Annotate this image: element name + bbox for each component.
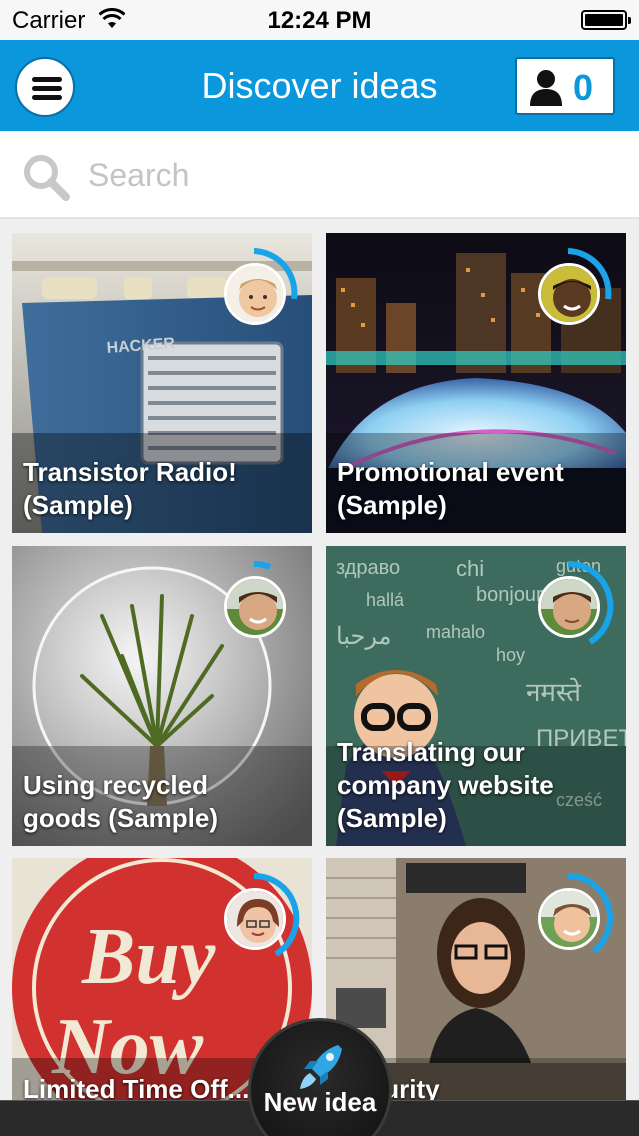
svg-text:مرحبا: مرحبا: [336, 623, 392, 650]
status-bar: Carrier 12:24 PM: [0, 0, 639, 40]
idea-card-recycled-goods[interactable]: Using recycled goods (Sample): [12, 546, 312, 846]
svg-text:hoy: hoy: [496, 645, 525, 665]
nav-bar: Discover ideas 0: [0, 40, 639, 131]
svg-text:здраво: здраво: [336, 557, 400, 579]
author-avatar: [224, 263, 286, 325]
idea-card-transistor-radio[interactable]: HACKER Transistor Radio! (Sample): [12, 233, 312, 533]
user-count-button[interactable]: 0: [515, 57, 615, 115]
svg-text:नमस्ते: नमस्ते: [526, 677, 582, 707]
user-count: 0: [573, 67, 594, 108]
svg-text:chi: chi: [456, 556, 484, 581]
author-avatar: [538, 576, 600, 638]
rocket-icon: [300, 1045, 342, 1089]
person-icon: [530, 70, 562, 106]
search-icon: [24, 155, 70, 201]
idea-title: Promotional event (Sample): [337, 457, 564, 520]
author-avatar: [224, 576, 286, 638]
clock: 12:24 PM: [267, 7, 372, 34]
battery-icon: [581, 10, 631, 30]
screen: Carrier 12:24 PM Discover ideas 0 Search…: [0, 0, 639, 1136]
idea-card-translating-website[interactable]: здраво chi guten hallá bonjour مرحبا mah…: [326, 546, 626, 846]
idea-card-promotional-event[interactable]: Promotional event (Sample): [326, 233, 626, 533]
new-idea-label: New idea: [263, 1087, 377, 1117]
search-input[interactable]: [88, 149, 608, 201]
author-avatar: [538, 263, 600, 325]
idea-title: Translating our company website (Sample): [337, 737, 554, 833]
svg-text:Buy: Buy: [81, 913, 216, 1001]
author-avatar: [538, 888, 600, 950]
author-avatar: [224, 888, 286, 950]
svg-text:mahalo: mahalo: [426, 622, 485, 642]
idea-title: Using recycled goods (Sample): [23, 770, 219, 833]
svg-text:hallá: hallá: [366, 590, 405, 610]
idea-title: Transistor Radio! (Sample): [23, 457, 237, 520]
search-bar: [0, 131, 639, 219]
